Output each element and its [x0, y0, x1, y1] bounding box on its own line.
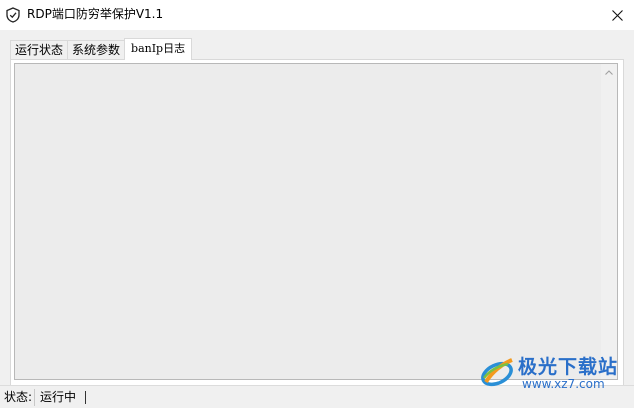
title-bar: RDP端口防穷举保护V1.1 [0, 0, 634, 30]
aurora-logo-icon [481, 358, 513, 387]
window-title: RDP端口防穷举保护V1.1 [27, 7, 164, 21]
status-value: 运行中 [40, 390, 77, 404]
close-icon[interactable] [611, 9, 623, 21]
tab-strip: 运行状态 系统参数 banIp日志 [10, 38, 193, 60]
vertical-scrollbar[interactable] [601, 64, 617, 379]
watermark-url: www.xz7.com [522, 377, 605, 391]
tab-run-status[interactable]: 运行状态 [10, 40, 69, 60]
tab-system-params[interactable]: 系统参数 [67, 40, 126, 60]
status-divider [34, 389, 35, 406]
chevron-up-icon[interactable] [605, 69, 613, 75]
status-divider-2 [85, 391, 86, 404]
shield-check-icon [6, 7, 20, 23]
close-button[interactable] [600, 0, 634, 30]
tab-banip-log[interactable]: banIp日志 [124, 38, 193, 60]
watermark-name: 极光下载站 [518, 356, 619, 378]
watermark: 极光下载站 www.xz7.com [478, 350, 628, 396]
scroll-up-button[interactable] [601, 64, 617, 80]
status-label: 状态: [4, 390, 33, 404]
log-textarea[interactable] [14, 63, 618, 380]
